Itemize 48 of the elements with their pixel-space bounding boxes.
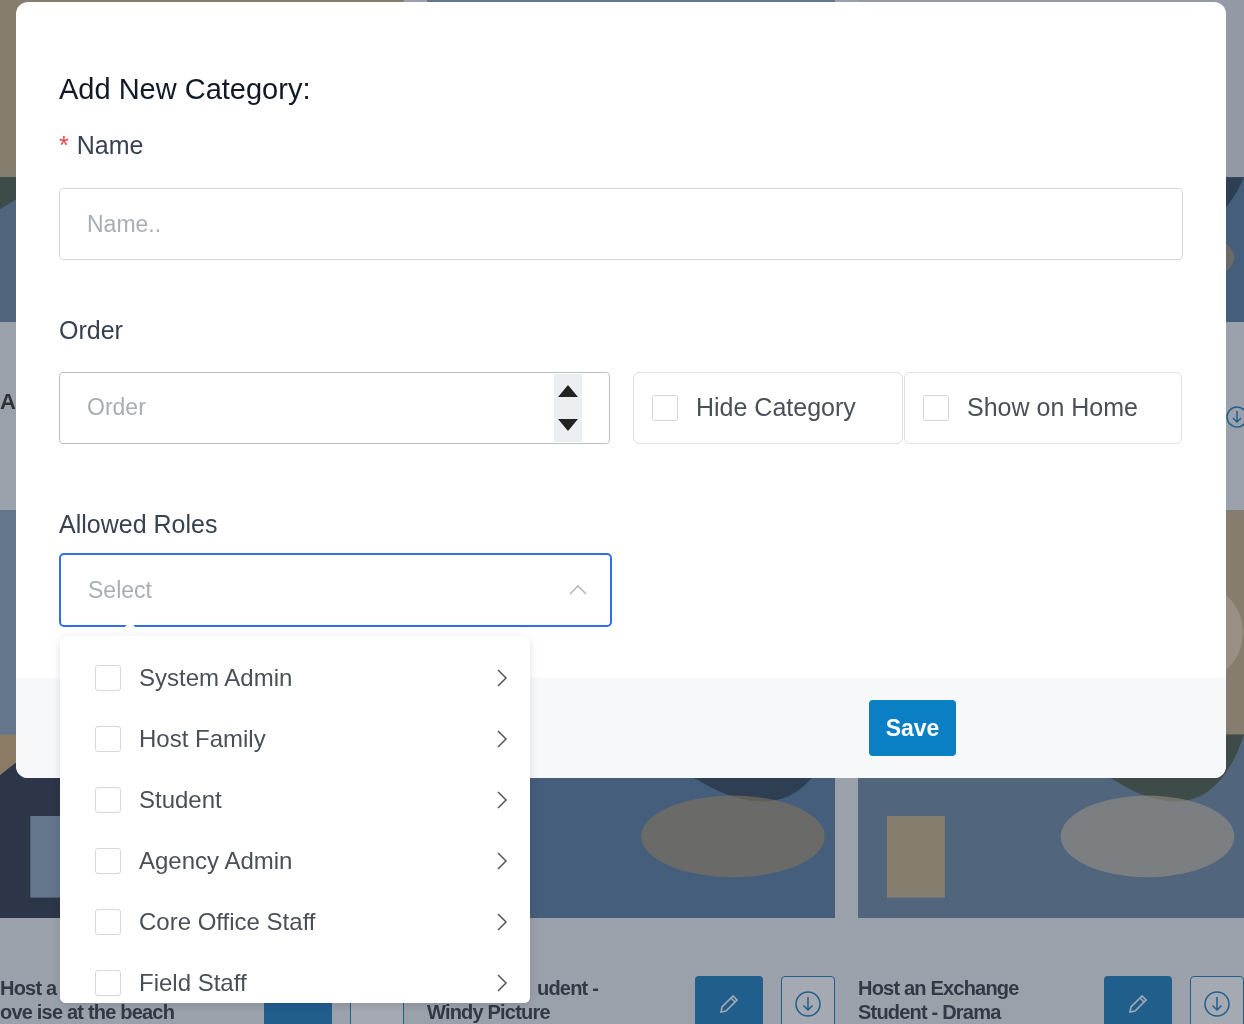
card-title-line: Host a (0, 976, 57, 1000)
required-mark: * (59, 129, 69, 161)
checkbox[interactable] (923, 394, 949, 421)
checkbox-option[interactable]: Hide Category (633, 371, 903, 444)
card-title-line: Student - Drama (858, 1000, 1001, 1024)
field-label: Name (76, 129, 144, 161)
chevron-icon (568, 584, 588, 597)
field-label: Allowed Roles (59, 508, 219, 540)
triangle-down-icon (558, 418, 578, 431)
menu-item[interactable]: System Admin (60, 647, 530, 708)
triangle-up-icon (558, 384, 578, 397)
card-title-line: udent - (537, 976, 599, 1000)
name-input-field[interactable]: Name.. (59, 188, 1183, 261)
checkbox[interactable] (95, 725, 121, 752)
chevron-right-icon (496, 789, 508, 810)
menu-item[interactable]: Field Staff (60, 952, 530, 1003)
side-title: A (0, 387, 16, 416)
card-title-line: ove ise at the beach (0, 1000, 175, 1024)
download-icon (795, 991, 821, 1017)
checkbox[interactable] (95, 664, 121, 691)
download-button[interactable] (781, 976, 835, 1024)
pencil-icon (720, 995, 738, 1013)
chevron-right-icon (496, 728, 508, 749)
menu-item[interactable]: Agency Admin (60, 830, 530, 891)
download-icon (1204, 991, 1230, 1017)
menu-item[interactable]: Host Family (60, 708, 530, 769)
save-button[interactable]: Save (869, 700, 956, 756)
menu-item[interactable]: Core Office Staff (60, 891, 530, 952)
edit-button[interactable] (1104, 976, 1172, 1024)
download-button[interactable] (1190, 976, 1244, 1024)
checkbox[interactable] (95, 847, 121, 874)
edit-button[interactable] (695, 976, 763, 1024)
checkbox[interactable] (95, 969, 121, 996)
pencil-icon (1129, 995, 1147, 1013)
chevron-right-icon (496, 911, 508, 932)
checkbox[interactable] (652, 394, 678, 421)
checkbox[interactable] (95, 786, 121, 813)
download-icon[interactable] (1226, 404, 1244, 428)
chevron-right-icon (496, 667, 508, 688)
menu-item[interactable]: Student (60, 769, 530, 830)
card-title-line: Windy Picture (427, 1000, 550, 1024)
field-label: Order (59, 315, 124, 347)
card-title-line: Host an Exchange (858, 976, 1019, 1000)
checkbox-option[interactable]: Show on Home (904, 371, 1182, 444)
checkbox[interactable] (95, 908, 121, 935)
chevron-right-icon (496, 850, 508, 871)
chevron-right-icon (496, 972, 508, 993)
dialog-title: Add New Category: (59, 72, 312, 107)
